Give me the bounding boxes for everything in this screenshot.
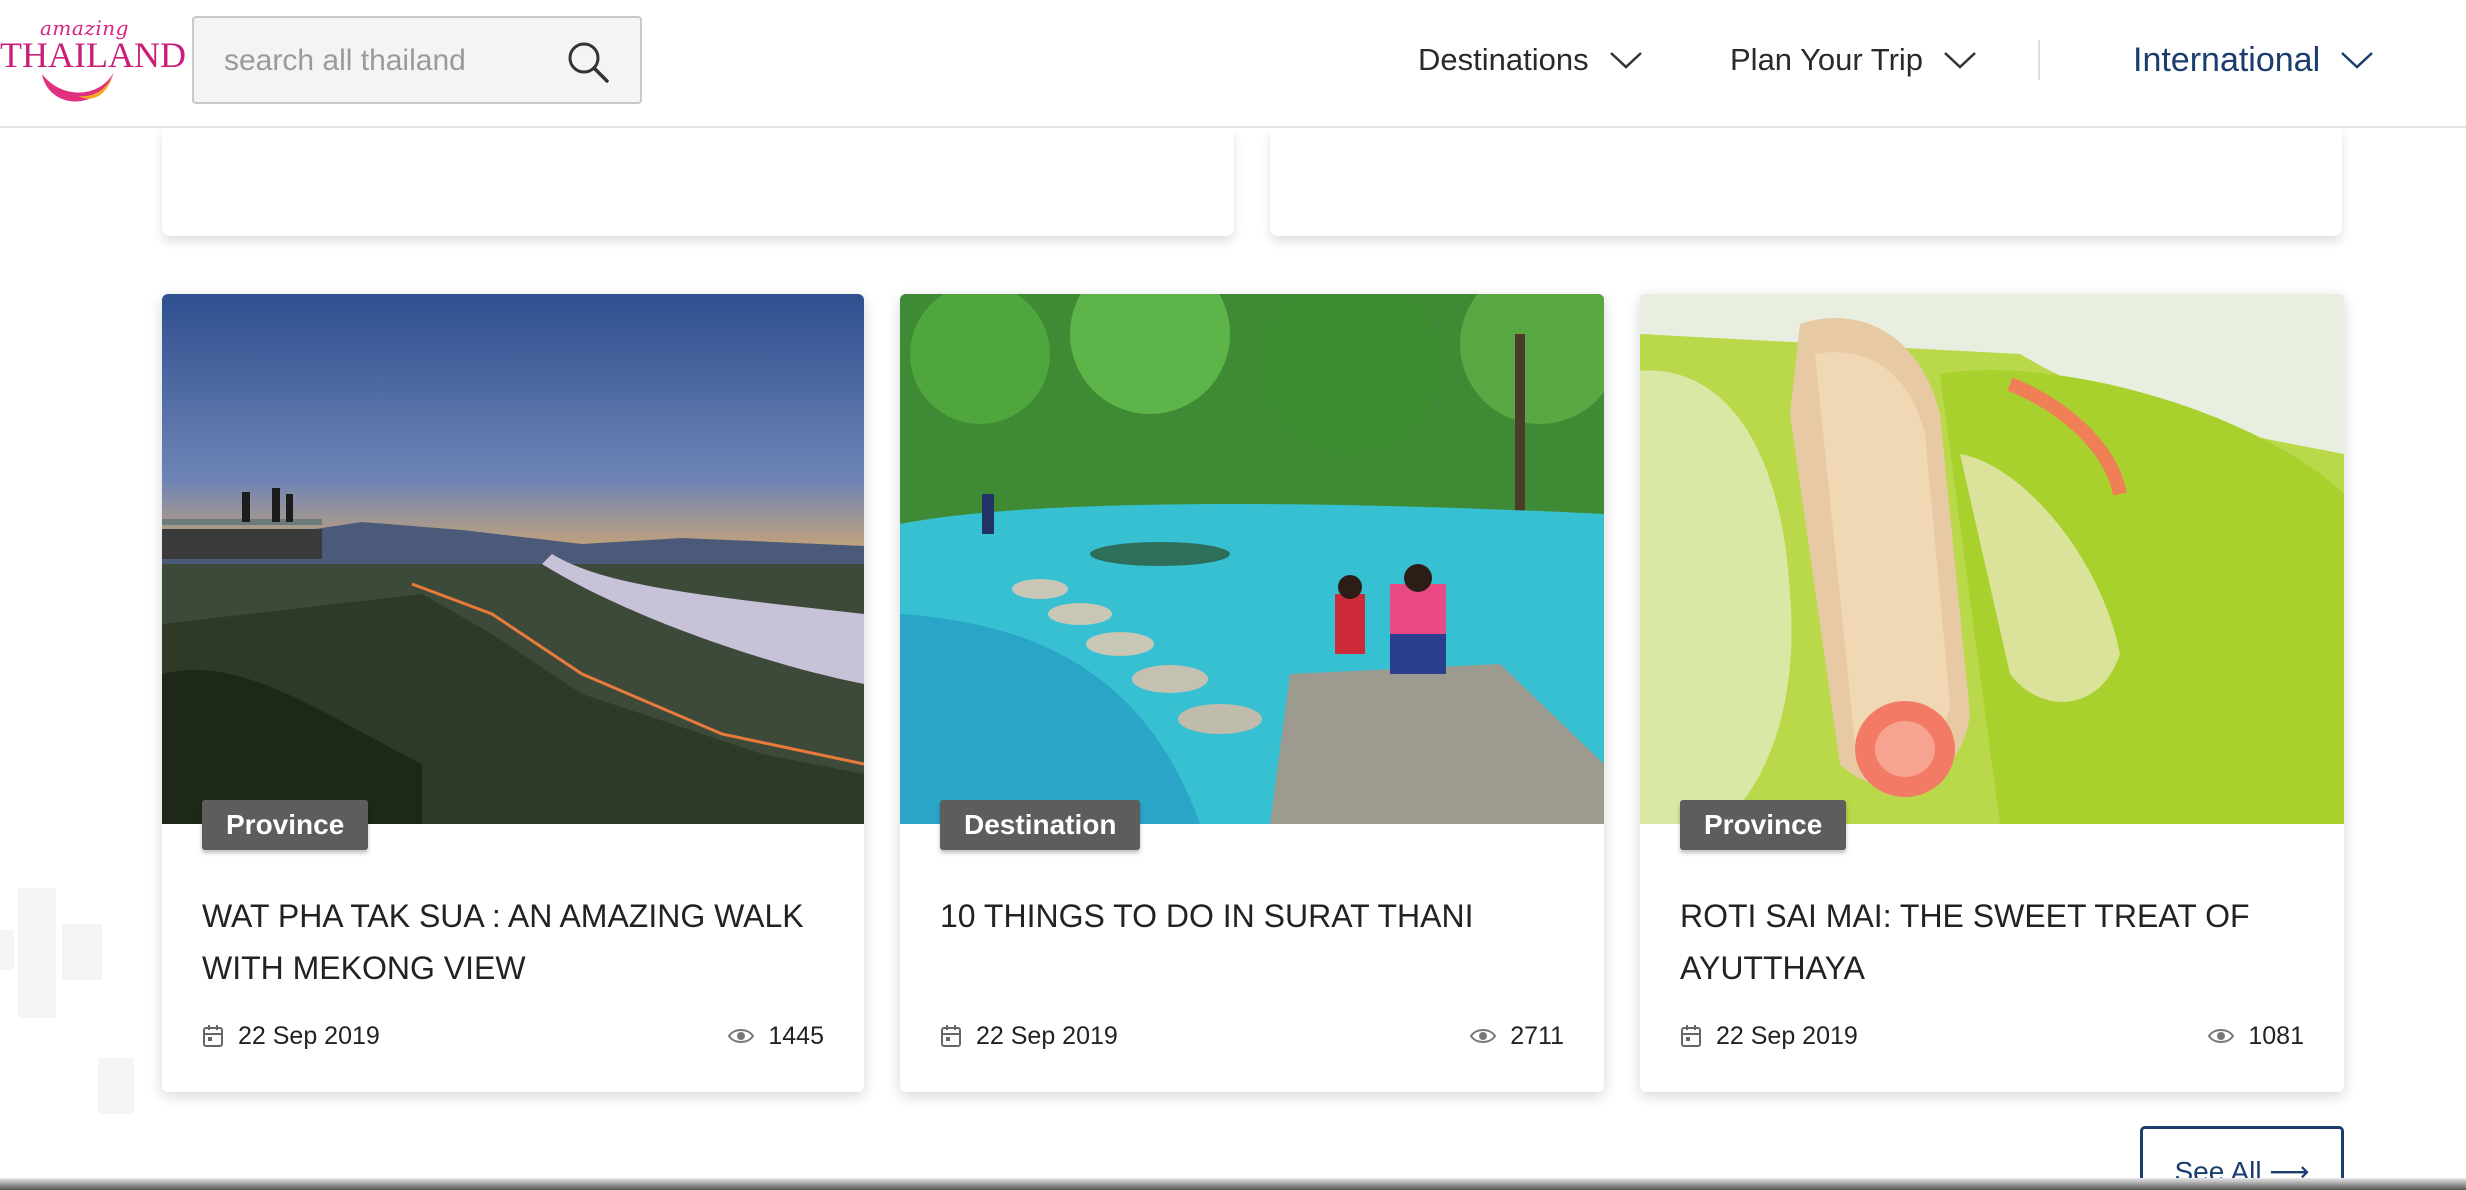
browser-bottom-edge xyxy=(0,1178,2466,1190)
article-image-roti-sai-mai[interactable] xyxy=(1640,294,2344,824)
eye-icon xyxy=(1470,1029,1497,1043)
article-date: 22 Sep 2019 xyxy=(940,1018,1118,1054)
search-icon[interactable] xyxy=(566,40,610,84)
site-header: amazing THAILAND Destinations Plan Your … xyxy=(0,0,2466,128)
previous-card-bottom[interactable] xyxy=(162,128,1234,236)
article-date: 22 Sep 2019 xyxy=(202,1018,380,1054)
eye-icon xyxy=(2208,1029,2235,1043)
nav-divider xyxy=(2038,40,2040,80)
article-date-text: 22 Sep 2019 xyxy=(238,1021,380,1050)
chevron-down-icon xyxy=(1944,52,1976,69)
chevron-down-icon xyxy=(2341,52,2373,69)
article-views: 1081 xyxy=(2208,1018,2304,1054)
nav-destinations-label: Destinations xyxy=(1418,42,1589,77)
article-date-text: 22 Sep 2019 xyxy=(976,1021,1118,1050)
calendar-icon xyxy=(203,1025,223,1047)
article-title[interactable]: ROTI SAI MAI: THE SWEET TREAT OF AYUTTHA… xyxy=(1680,890,2308,994)
nav-plan-your-trip[interactable]: Plan Your Trip xyxy=(1730,36,1977,84)
decorative-block xyxy=(62,924,102,980)
nav-international[interactable]: International xyxy=(2133,36,2374,84)
category-badge[interactable]: Province xyxy=(1680,800,1847,850)
nav-plan-your-trip-label: Plan Your Trip xyxy=(1730,42,1924,77)
logo-swoosh-icon xyxy=(42,72,114,102)
previous-card-bottom[interactable] xyxy=(1270,128,2342,236)
eye-icon xyxy=(728,1029,755,1043)
article-views: 1445 xyxy=(728,1018,824,1054)
decorative-block xyxy=(98,1058,134,1114)
article-views: 2711 xyxy=(1470,1018,1564,1054)
decorative-block xyxy=(0,930,14,970)
nav-destinations[interactable]: Destinations xyxy=(1418,36,1643,84)
article-views-count: 1445 xyxy=(768,1021,824,1050)
search-box[interactable] xyxy=(192,16,642,104)
calendar-icon xyxy=(1681,1025,1701,1047)
article-title[interactable]: 10 THINGS TO DO IN SURAT THANI xyxy=(940,890,1568,942)
search-input[interactable] xyxy=(224,38,544,84)
article-card[interactable]: Province ROTI SAI MAI: THE SWEET TREAT O… xyxy=(1640,294,2344,1092)
article-title[interactable]: WAT PHA TAK SUA : AN AMAZING WALK WITH M… xyxy=(202,890,828,994)
article-date: 22 Sep 2019 xyxy=(1680,1018,1858,1054)
decorative-block xyxy=(18,888,56,1018)
category-badge[interactable]: Destination xyxy=(940,800,1141,850)
category-badge[interactable]: Province xyxy=(202,800,369,850)
chevron-down-icon xyxy=(1609,52,1642,69)
article-views-count: 2711 xyxy=(1510,1021,1564,1050)
calendar-icon xyxy=(941,1025,961,1047)
amazing-thailand-logo[interactable]: amazing THAILAND xyxy=(0,16,186,102)
article-date-text: 22 Sep 2019 xyxy=(1716,1021,1858,1050)
nav-international-label: International xyxy=(2133,40,2321,79)
article-image-blue-pool[interactable] xyxy=(900,294,1604,824)
article-card[interactable]: Province WAT PHA TAK SUA : AN AMAZING WA… xyxy=(162,294,864,1092)
article-views-count: 1081 xyxy=(2248,1021,2304,1050)
article-card[interactable]: Destination 10 THINGS TO DO IN SURAT THA… xyxy=(900,294,1604,1092)
article-image-mekong-view[interactable] xyxy=(162,294,864,824)
